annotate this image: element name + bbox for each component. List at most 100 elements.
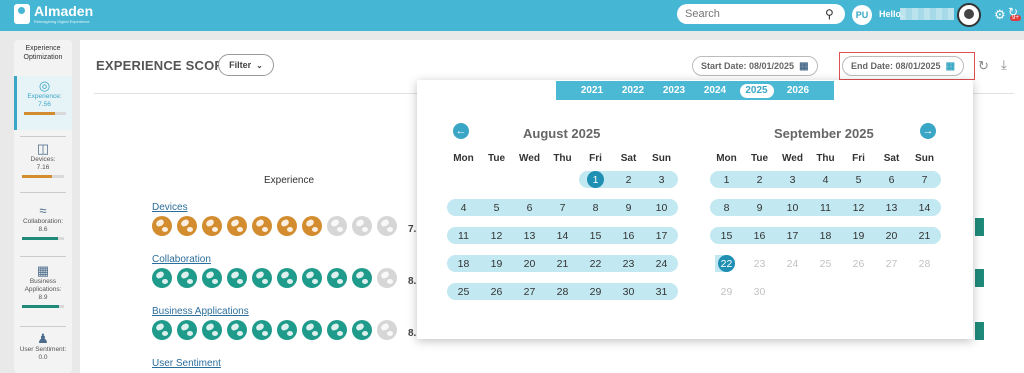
globe-icon (327, 216, 347, 236)
year-option[interactable]: 2024 (695, 84, 736, 98)
globe-icon (277, 320, 297, 340)
calendar-day[interactable]: 11 (447, 227, 480, 244)
calendar-day[interactable]: 29 (710, 283, 743, 300)
calendar-day[interactable]: 28 (908, 255, 941, 272)
calendar-day[interactable]: 6 (513, 199, 546, 216)
calendar-day[interactable]: 30 (612, 283, 645, 300)
calendar-day[interactable]: 29 (579, 283, 612, 300)
sidebar-item-business-applications[interactable]: ▦ Business Applications: 8.9 (14, 264, 72, 308)
calendar-day[interactable]: 22 (579, 255, 612, 272)
previous-month-button[interactable]: ← (453, 123, 469, 139)
metric-link[interactable]: Collaboration (152, 254, 402, 265)
sidebar-item-devices[interactable]: ◫ Devices: 7.16 (14, 142, 72, 178)
calendar-day[interactable]: 9 (743, 199, 776, 216)
calendar-day[interactable]: 27 (513, 283, 546, 300)
metric-link[interactable]: User Sentiment (152, 358, 221, 369)
calendar-day[interactable]: 19 (480, 255, 513, 272)
year-option[interactable]: 2022 (613, 84, 654, 98)
experience-label: Experience (264, 175, 315, 186)
next-month-button[interactable]: → (920, 123, 936, 139)
calendar-day[interactable]: 12 (842, 199, 875, 216)
calendar-day[interactable]: 15 (579, 227, 612, 244)
calendar-day[interactable]: 4 (809, 171, 842, 188)
calendar-day[interactable]: 26 (842, 255, 875, 272)
search-input[interactable] (685, 8, 825, 20)
calendar-day[interactable]: 8 (710, 199, 743, 216)
calendar-day[interactable]: 11 (809, 199, 842, 216)
globe-icon (202, 320, 222, 340)
calendar-day[interactable]: 9 (612, 199, 645, 216)
calendar-day[interactable]: 22 (710, 255, 743, 272)
calendar-day[interactable]: 23 (743, 255, 776, 272)
calendar-day[interactable]: 7 (546, 199, 579, 216)
calendar-day[interactable]: 25 (447, 283, 480, 300)
globe-icon (277, 216, 297, 236)
calendar-day[interactable]: 30 (743, 283, 776, 300)
weekday-header: Mon Tue Wed Thu Fri Sat Sun (447, 153, 678, 164)
calendar-day[interactable]: 4 (447, 199, 480, 216)
calendar-day[interactable]: 24 (776, 255, 809, 272)
calendar-day[interactable]: 12 (480, 227, 513, 244)
calendar-day[interactable]: 17 (645, 227, 678, 244)
calendar-day[interactable]: 25 (809, 255, 842, 272)
user-profile-icon[interactable] (957, 3, 981, 27)
metric-collaboration: Collaboration (152, 254, 402, 288)
calendar-day[interactable]: 24 (645, 255, 678, 272)
refresh-icon[interactable]: ↻ (978, 58, 989, 74)
calendar-day[interactable]: 6 (875, 171, 908, 188)
calendar-day[interactable]: 1 (710, 171, 743, 188)
calendar-day[interactable]: 14 (908, 199, 941, 216)
calendar-day[interactable]: 18 (447, 255, 480, 272)
calendar-day[interactable]: 20 (875, 227, 908, 244)
calendar-day[interactable]: 21 (546, 255, 579, 272)
sidebar-item-user-sentiment[interactable]: ♟ User Sentiment: 0.0 (14, 332, 72, 362)
gear-icon[interactable]: ⚙ (994, 7, 1006, 23)
calendar-day[interactable]: 14 (546, 227, 579, 244)
calendar-day[interactable]: 13 (875, 199, 908, 216)
start-date-picker[interactable]: Start Date: 08/01/2025 ▦ (692, 56, 818, 76)
app-name: Almaden (34, 3, 94, 19)
sidebar-item-collaboration[interactable]: ≈ Collaboration: 8.6 (14, 204, 72, 240)
year-option[interactable]: 2023 (654, 84, 695, 98)
calendar-day[interactable]: 3 (645, 171, 678, 188)
calendar-day[interactable]: 1 (579, 171, 612, 188)
end-date-picker[interactable]: End Date: 08/01/2025 ▦ (842, 56, 965, 76)
calendar-day[interactable]: 23 (612, 255, 645, 272)
avatar[interactable]: PU (852, 5, 872, 25)
search-icon[interactable]: ⚲ (825, 7, 834, 21)
calendar-day[interactable]: 21 (908, 227, 941, 244)
calendar-day[interactable]: 17 (776, 227, 809, 244)
calendar-day[interactable]: 28 (546, 283, 579, 300)
calendar-day[interactable]: 18 (809, 227, 842, 244)
calendar-day[interactable]: 20 (513, 255, 546, 272)
year-option[interactable]: 2021 (572, 84, 613, 98)
calendar-day[interactable]: 31 (645, 283, 678, 300)
calendar-day[interactable]: 2 (612, 171, 645, 188)
calendar-day[interactable]: 27 (875, 255, 908, 272)
calendar-day[interactable]: 15 (710, 227, 743, 244)
sidebar-item-experience[interactable]: ◎ Experience: 7.56 (14, 76, 72, 130)
year-option[interactable]: 2025 (739, 83, 774, 98)
filter-button[interactable]: Filter ⌄ (218, 54, 274, 76)
calendar-day[interactable]: 16 (612, 227, 645, 244)
metric-business-applications: Business Applications (152, 306, 402, 340)
progress-fill (22, 175, 53, 178)
calendar-day[interactable]: 10 (645, 199, 678, 216)
calendar-day[interactable]: 5 (842, 171, 875, 188)
calendar-day[interactable]: 8 (579, 199, 612, 216)
download-icon[interactable]: ⤓ (1001, 57, 1007, 73)
calendar-day[interactable]: 19 (842, 227, 875, 244)
top-bar: Almaden Reimagining Digital Experience ⚲… (0, 0, 1024, 31)
calendar-day[interactable]: 16 (743, 227, 776, 244)
calendar-day[interactable]: 13 (513, 227, 546, 244)
app-logo[interactable]: Almaden Reimagining Digital Experience (14, 4, 93, 24)
calendar-day[interactable]: 3 (776, 171, 809, 188)
year-option[interactable]: 2026 (778, 84, 819, 98)
metric-link[interactable]: Devices (152, 202, 402, 213)
metric-link[interactable]: Business Applications (152, 306, 402, 317)
calendar-day[interactable]: 10 (776, 199, 809, 216)
calendar-day[interactable]: 26 (480, 283, 513, 300)
calendar-day[interactable]: 5 (480, 199, 513, 216)
calendar-day[interactable]: 2 (743, 171, 776, 188)
calendar-day[interactable]: 7 (908, 171, 941, 188)
